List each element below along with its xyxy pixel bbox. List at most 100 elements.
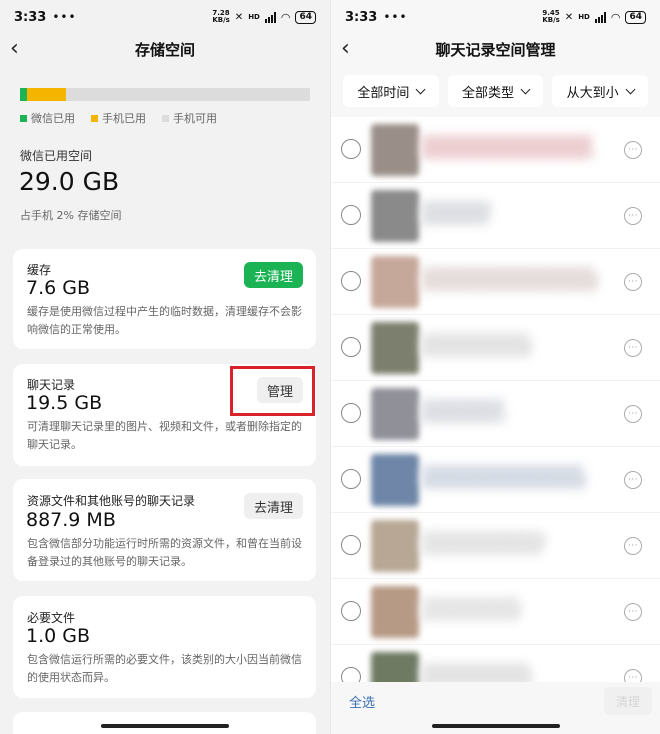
chat-row[interactable]: ··· (331, 381, 660, 447)
more-options-icon[interactable]: ··· (624, 471, 642, 489)
more-options-icon[interactable]: ··· (624, 537, 642, 555)
wifi-icon: ◠ (280, 10, 291, 24)
select-radio[interactable] (341, 469, 361, 489)
network-speed: 7.28 KB/s (212, 9, 230, 24)
wechat-used-percent: 占手机 2% 存储空间 (20, 209, 122, 222)
signal-icon (264, 11, 276, 23)
chat-row[interactable]: ··· (331, 513, 660, 579)
sort-dropdown[interactable]: 从大到小 (552, 75, 649, 107)
chevron-down-icon (415, 84, 426, 94)
bottom-action-bar: 全选 清理 (331, 682, 660, 734)
chat-list: ··· ··· ··· ··· ··· ··· ··· ··· ··· (331, 117, 660, 682)
select-radio[interactable] (341, 667, 361, 682)
cache-card: 缓存 7.6 GB 缓存是使用微信过程中产生的临时数据，清理缓存不会影响微信的正… (13, 249, 316, 349)
card-size: 7.6 GB (26, 277, 91, 299)
chevron-left-icon[interactable]: ‹ (341, 36, 350, 61)
next-card-partial (13, 712, 316, 734)
chat-row[interactable]: ··· (331, 249, 660, 315)
blurred-chat-name (421, 663, 531, 682)
clean-button[interactable]: 清理 (604, 687, 652, 715)
avatar (371, 256, 419, 308)
legend-swatch (20, 114, 27, 122)
signal-icon (594, 11, 606, 23)
more-options-icon[interactable]: ··· (624, 405, 642, 423)
legend-swatch (91, 114, 98, 122)
usage-phone-segment (27, 88, 66, 101)
more-options-icon[interactable]: ··· (624, 339, 642, 357)
card-title: 缓存 (27, 263, 52, 277)
chevron-left-icon[interactable]: ‹ (10, 36, 19, 61)
legend-item-phone-free: 手机可用 (162, 110, 217, 126)
more-options-icon[interactable]: ··· (624, 669, 642, 682)
more-options-icon[interactable]: ··· (624, 603, 642, 621)
select-radio[interactable] (341, 403, 361, 423)
wechat-used-label: 微信已用空间 (20, 149, 93, 163)
card-description: 包含微信运行所需的必要文件，该类别的大小因当前微信的使用状态而异。 (27, 653, 302, 684)
select-radio[interactable] (341, 337, 361, 357)
chat-row[interactable]: ··· (331, 447, 660, 513)
select-radio[interactable] (341, 601, 361, 621)
blurred-chat-name (421, 531, 545, 555)
mute-icon: ✕ (564, 11, 574, 23)
select-radio[interactable] (341, 139, 361, 159)
highlight-box (230, 366, 315, 416)
chat-row[interactable]: ··· (331, 183, 660, 249)
page-title: 聊天记录空间管理 (435, 40, 556, 59)
blurred-chat-name (421, 399, 505, 423)
wechat-used-total: 29.0 GB (19, 167, 120, 196)
card-size: 887.9 MB (26, 509, 116, 531)
select-radio[interactable] (341, 271, 361, 291)
storage-screen: 3:33 ••• 7.28 KB/s ✕ HD ◠ 64 ‹ 存储空间 微信已用 … (0, 0, 330, 734)
usage-legend: 微信已用 手机已用 手机可用 (20, 110, 217, 126)
chat-row[interactable]: ··· (331, 315, 660, 381)
more-options-icon[interactable]: ··· (624, 207, 642, 225)
chat-row[interactable]: ··· (331, 645, 660, 682)
card-title: 必要文件 (27, 611, 76, 625)
status-notification-dots: ••• (52, 10, 77, 24)
blurred-chat-name (421, 135, 593, 159)
card-size: 19.5 GB (26, 392, 103, 414)
status-bar: 3:33 ••• 7.28 KB/s ✕ HD ◠ 64 (0, 0, 330, 34)
avatar (371, 322, 419, 374)
more-options-icon[interactable]: ··· (624, 273, 642, 291)
nav-bar: ‹ 存储空间 (0, 34, 330, 64)
blurred-chat-name (421, 201, 491, 225)
more-options-icon[interactable]: ··· (624, 141, 642, 159)
chat-row[interactable]: ··· (331, 117, 660, 183)
card-description: 可清理聊天记录里的图片、视频和文件，或者删除指定的聊天记录。 (27, 420, 302, 451)
type-filter-dropdown[interactable]: 全部类型 (447, 75, 544, 107)
network-speed: 9.45 KB/s (542, 9, 560, 24)
avatar (371, 388, 419, 440)
blurred-chat-name (421, 333, 531, 357)
battery-icon: 64 (295, 10, 316, 24)
home-indicator[interactable] (101, 724, 229, 728)
resource-files-card: 资源文件和其他账号的聊天记录 887.9 MB 包含微信部分功能运行时所需的资源… (13, 479, 316, 581)
clean-resources-button[interactable]: 去清理 (243, 493, 303, 519)
avatar (371, 124, 419, 176)
clean-cache-button[interactable]: 去清理 (243, 262, 303, 288)
usage-wechat-segment (20, 88, 27, 101)
legend-item-phone-used: 手机已用 (91, 110, 146, 126)
select-all-button[interactable]: 全选 (349, 692, 375, 711)
required-files-card: 必要文件 1.0 GB 包含微信运行所需的必要文件，该类别的大小因当前微信的使用… (13, 596, 316, 698)
select-radio[interactable] (341, 205, 361, 225)
status-bar: 3:33 ••• 9.45 KB/s ✕ HD ◠ 64 (331, 0, 660, 34)
avatar (371, 190, 419, 242)
status-notification-dots: ••• (383, 10, 408, 24)
status-time: 3:33 (345, 9, 378, 25)
mute-icon: ✕ (234, 11, 244, 23)
home-indicator[interactable] (431, 724, 560, 728)
chevron-down-icon (520, 84, 531, 94)
avatar (371, 586, 419, 638)
time-filter-dropdown[interactable]: 全部时间 (343, 75, 439, 107)
battery-icon: 64 (625, 10, 646, 24)
card-title: 聊天记录 (27, 378, 76, 392)
card-size: 1.0 GB (26, 625, 91, 647)
chat-storage-screen: 3:33 ••• 9.45 KB/s ✕ HD ◠ 64 ‹ 聊天记录空间管理 全… (330, 0, 660, 734)
card-title: 资源文件和其他账号的聊天记录 (27, 494, 196, 508)
blurred-chat-name (421, 597, 521, 621)
select-radio[interactable] (341, 535, 361, 555)
storage-usage-bar (20, 88, 310, 101)
legend-swatch (162, 114, 169, 122)
chat-row[interactable]: ··· (331, 579, 660, 645)
